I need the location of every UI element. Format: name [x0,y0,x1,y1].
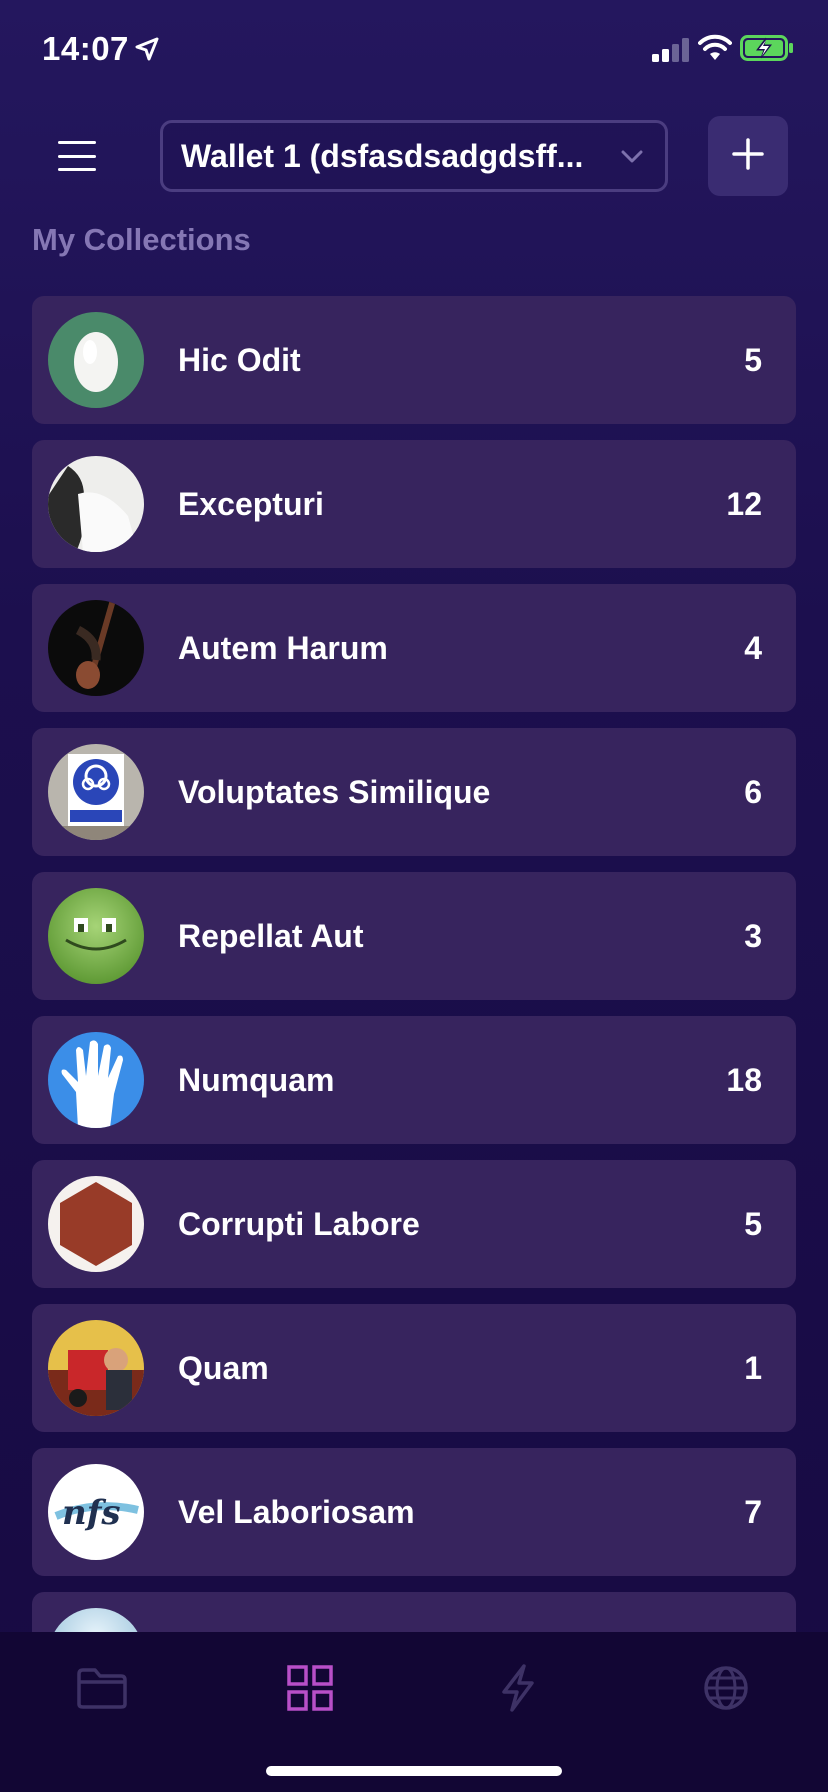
collection-count: 6 [744,773,762,810]
battery-charging-icon [740,35,794,66]
collection-count: 18 [726,1061,762,1098]
collection-row[interactable]: Voluptates Similique 6 [32,728,796,856]
wallet-select[interactable]: Wallet 1 (dsfasdsadgdsff... [160,120,668,192]
collection-name: Voluptates Similique [178,773,491,810]
home-indicator [266,1766,562,1776]
photo-avatar [48,456,144,552]
guitar-avatar [48,600,144,696]
collection-row[interactable]: Repellat Aut 3 [32,872,796,1000]
cellular-signal-icon [652,38,690,67]
folder-icon [76,1666,128,1715]
photo-avatar [48,1320,144,1416]
hamburger-icon [58,141,96,144]
collection-name: Vel Laboriosam [178,1493,415,1530]
tab-lightning[interactable] [488,1660,548,1720]
collections-list: Hic Odit 5 Excepturi 12 Autem Harum 4 Vo… [32,296,796,1736]
collection-count: 1 [744,1349,762,1386]
collection-count: 5 [744,1205,762,1242]
collection-count: 3 [744,917,762,954]
collection-name: Repellat Aut [178,917,364,954]
collection-row[interactable]: Excepturi 12 [32,440,796,568]
nfs-logo-avatar: nfs [48,1464,144,1560]
status-time: 14:07 [42,30,129,67]
collection-name: Autem Harum [178,629,388,666]
globe-icon [702,1664,750,1717]
collection-name: Hic Odit [178,341,301,378]
wallet-label: Wallet 1 (dsfasdsadgdsff... [181,137,584,174]
menu-button[interactable] [52,136,102,176]
lightning-icon [498,1663,538,1718]
sign-avatar [48,744,144,840]
svg-text:nfs: nfs [62,1493,121,1533]
hamburger-icon-line [58,154,96,158]
collection-row[interactable]: Quam 1 [32,1304,796,1432]
plus-icon [731,137,765,176]
collection-count: 12 [726,485,762,522]
status-bar: 14:07 [0,0,828,100]
smiley-avatar [48,888,144,984]
collection-name: Numquam [178,1061,335,1098]
wifi-icon [698,34,732,67]
collection-row[interactable]: Autem Harum 4 [32,584,796,712]
hexagon-avatar [48,1176,144,1272]
section-title: My Collections [32,222,251,257]
collection-count: 7 [744,1493,762,1530]
hamburger-icon-line [58,168,96,171]
collection-row[interactable]: Numquam 18 [32,1016,796,1144]
tab-folder[interactable] [72,1660,132,1720]
collection-row[interactable]: nfs Vel Laboriosam 7 [32,1448,796,1576]
add-button[interactable] [708,116,788,196]
collection-name: Corrupti Labore [178,1205,420,1242]
collection-name: Excepturi [178,485,324,522]
grid-icon [286,1664,334,1717]
collection-name: Quam [178,1349,269,1386]
collection-count: 5 [744,341,762,378]
collection-count: 4 [744,629,762,666]
tab-globe[interactable] [696,1660,756,1720]
egg-avatar [48,312,144,408]
collection-row[interactable]: Hic Odit 5 [32,296,796,424]
location-arrow-icon [134,36,160,67]
collection-row[interactable]: Corrupti Labore 5 [32,1160,796,1288]
tab-grid[interactable] [280,1660,340,1720]
hand-avatar [48,1032,144,1128]
chevron-down-icon [617,141,647,171]
